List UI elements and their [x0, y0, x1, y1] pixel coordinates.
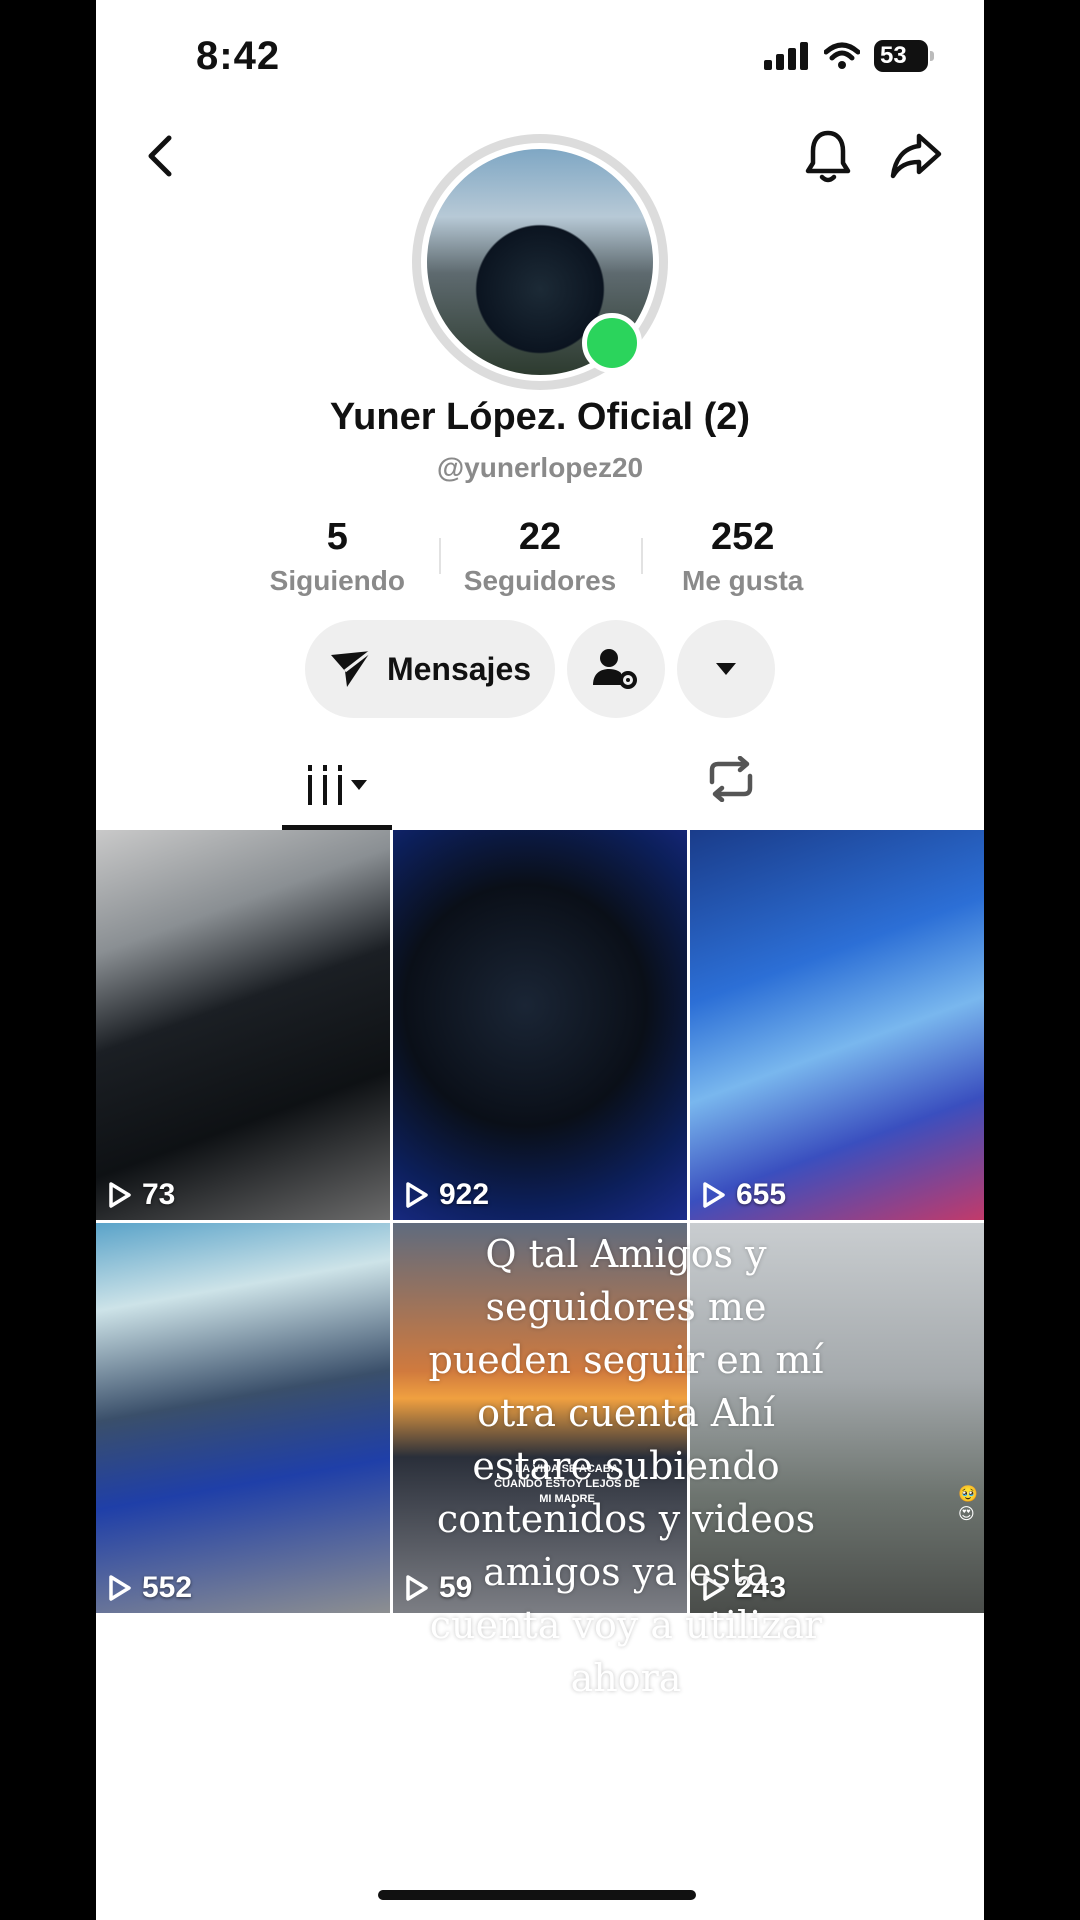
video-tile[interactable]: 552 — [96, 1223, 390, 1613]
more-options-button[interactable] — [677, 620, 775, 718]
signal-icon — [764, 42, 808, 70]
stat-value: 252 — [710, 516, 775, 558]
tab-videos[interactable] — [282, 740, 392, 830]
profile-stats: 5 Siguiendo 22 Seguidores 252 Me gusta — [236, 516, 844, 597]
tile-emoji-caption: 🥹😍 — [958, 1486, 978, 1523]
stat-followers[interactable]: 22 Seguidores — [438, 516, 642, 597]
messages-button[interactable]: Mensajes — [305, 620, 555, 718]
bell-icon — [805, 130, 851, 183]
view-count-value: 922 — [439, 1178, 490, 1211]
back-button[interactable] — [132, 128, 188, 184]
notifications-button[interactable] — [800, 128, 856, 184]
view-count: 655 — [702, 1178, 786, 1212]
view-count: 552 — [108, 1571, 192, 1605]
content-tabs — [96, 740, 984, 830]
messages-label: Mensajes — [386, 650, 532, 687]
play-icon — [703, 1182, 725, 1208]
tab-reposts[interactable] — [706, 755, 756, 807]
play-icon — [406, 1182, 428, 1208]
profile-actions: Mensajes — [96, 620, 984, 718]
stat-likes[interactable]: 252 Me gusta — [641, 516, 844, 597]
view-count-value: 655 — [736, 1178, 787, 1211]
view-count: 922 — [405, 1178, 489, 1212]
send-icon — [330, 649, 372, 687]
battery-level: 53 — [880, 42, 907, 69]
user-settings-icon — [593, 649, 637, 689]
caret-down-icon — [716, 663, 736, 675]
play-icon — [109, 1182, 131, 1208]
stat-label: Me gusta — [682, 565, 804, 596]
home-indicator[interactable] — [378, 1890, 696, 1900]
stat-label: Seguidores — [463, 565, 617, 596]
wifi-icon — [824, 42, 860, 69]
play-icon — [109, 1575, 131, 1601]
video-tile[interactable]: 922 — [393, 830, 687, 1220]
video-tile[interactable]: 655 — [690, 830, 984, 1220]
chevron-left-icon — [148, 135, 172, 177]
status-icons: 53 — [764, 40, 934, 72]
battery-icon: 53 — [874, 40, 934, 72]
stat-following[interactable]: 5 Siguiendo — [236, 516, 439, 597]
stat-value: 5 — [326, 516, 348, 558]
caret-down-icon — [351, 780, 367, 790]
profile-handle: @yunerlopez20 — [436, 452, 644, 483]
profile-screen: 8:42 53 Yuner López. Oficial (2) @yunerl… — [96, 0, 984, 1920]
stat-value: 22 — [518, 516, 562, 558]
stat-label: Siguiendo — [269, 565, 405, 596]
view-count-value: 73 — [142, 1178, 176, 1211]
follow-settings-button[interactable] — [567, 620, 665, 718]
status-time: 8:42 — [196, 34, 281, 78]
video-tile[interactable]: 73 — [96, 830, 390, 1220]
view-count: 73 — [108, 1178, 175, 1212]
profile-name: Yuner López. Oficial (2) — [329, 396, 751, 438]
overlay-caption: Q tal Amigos y seguidores me pueden segu… — [428, 1232, 824, 1700]
online-status-dot — [582, 313, 642, 373]
repost-icon — [709, 755, 753, 803]
share-button[interactable] — [888, 128, 944, 184]
view-count-value: 552 — [142, 1571, 193, 1604]
share-arrow-icon — [890, 133, 942, 179]
videos-grid-icon — [308, 765, 342, 805]
